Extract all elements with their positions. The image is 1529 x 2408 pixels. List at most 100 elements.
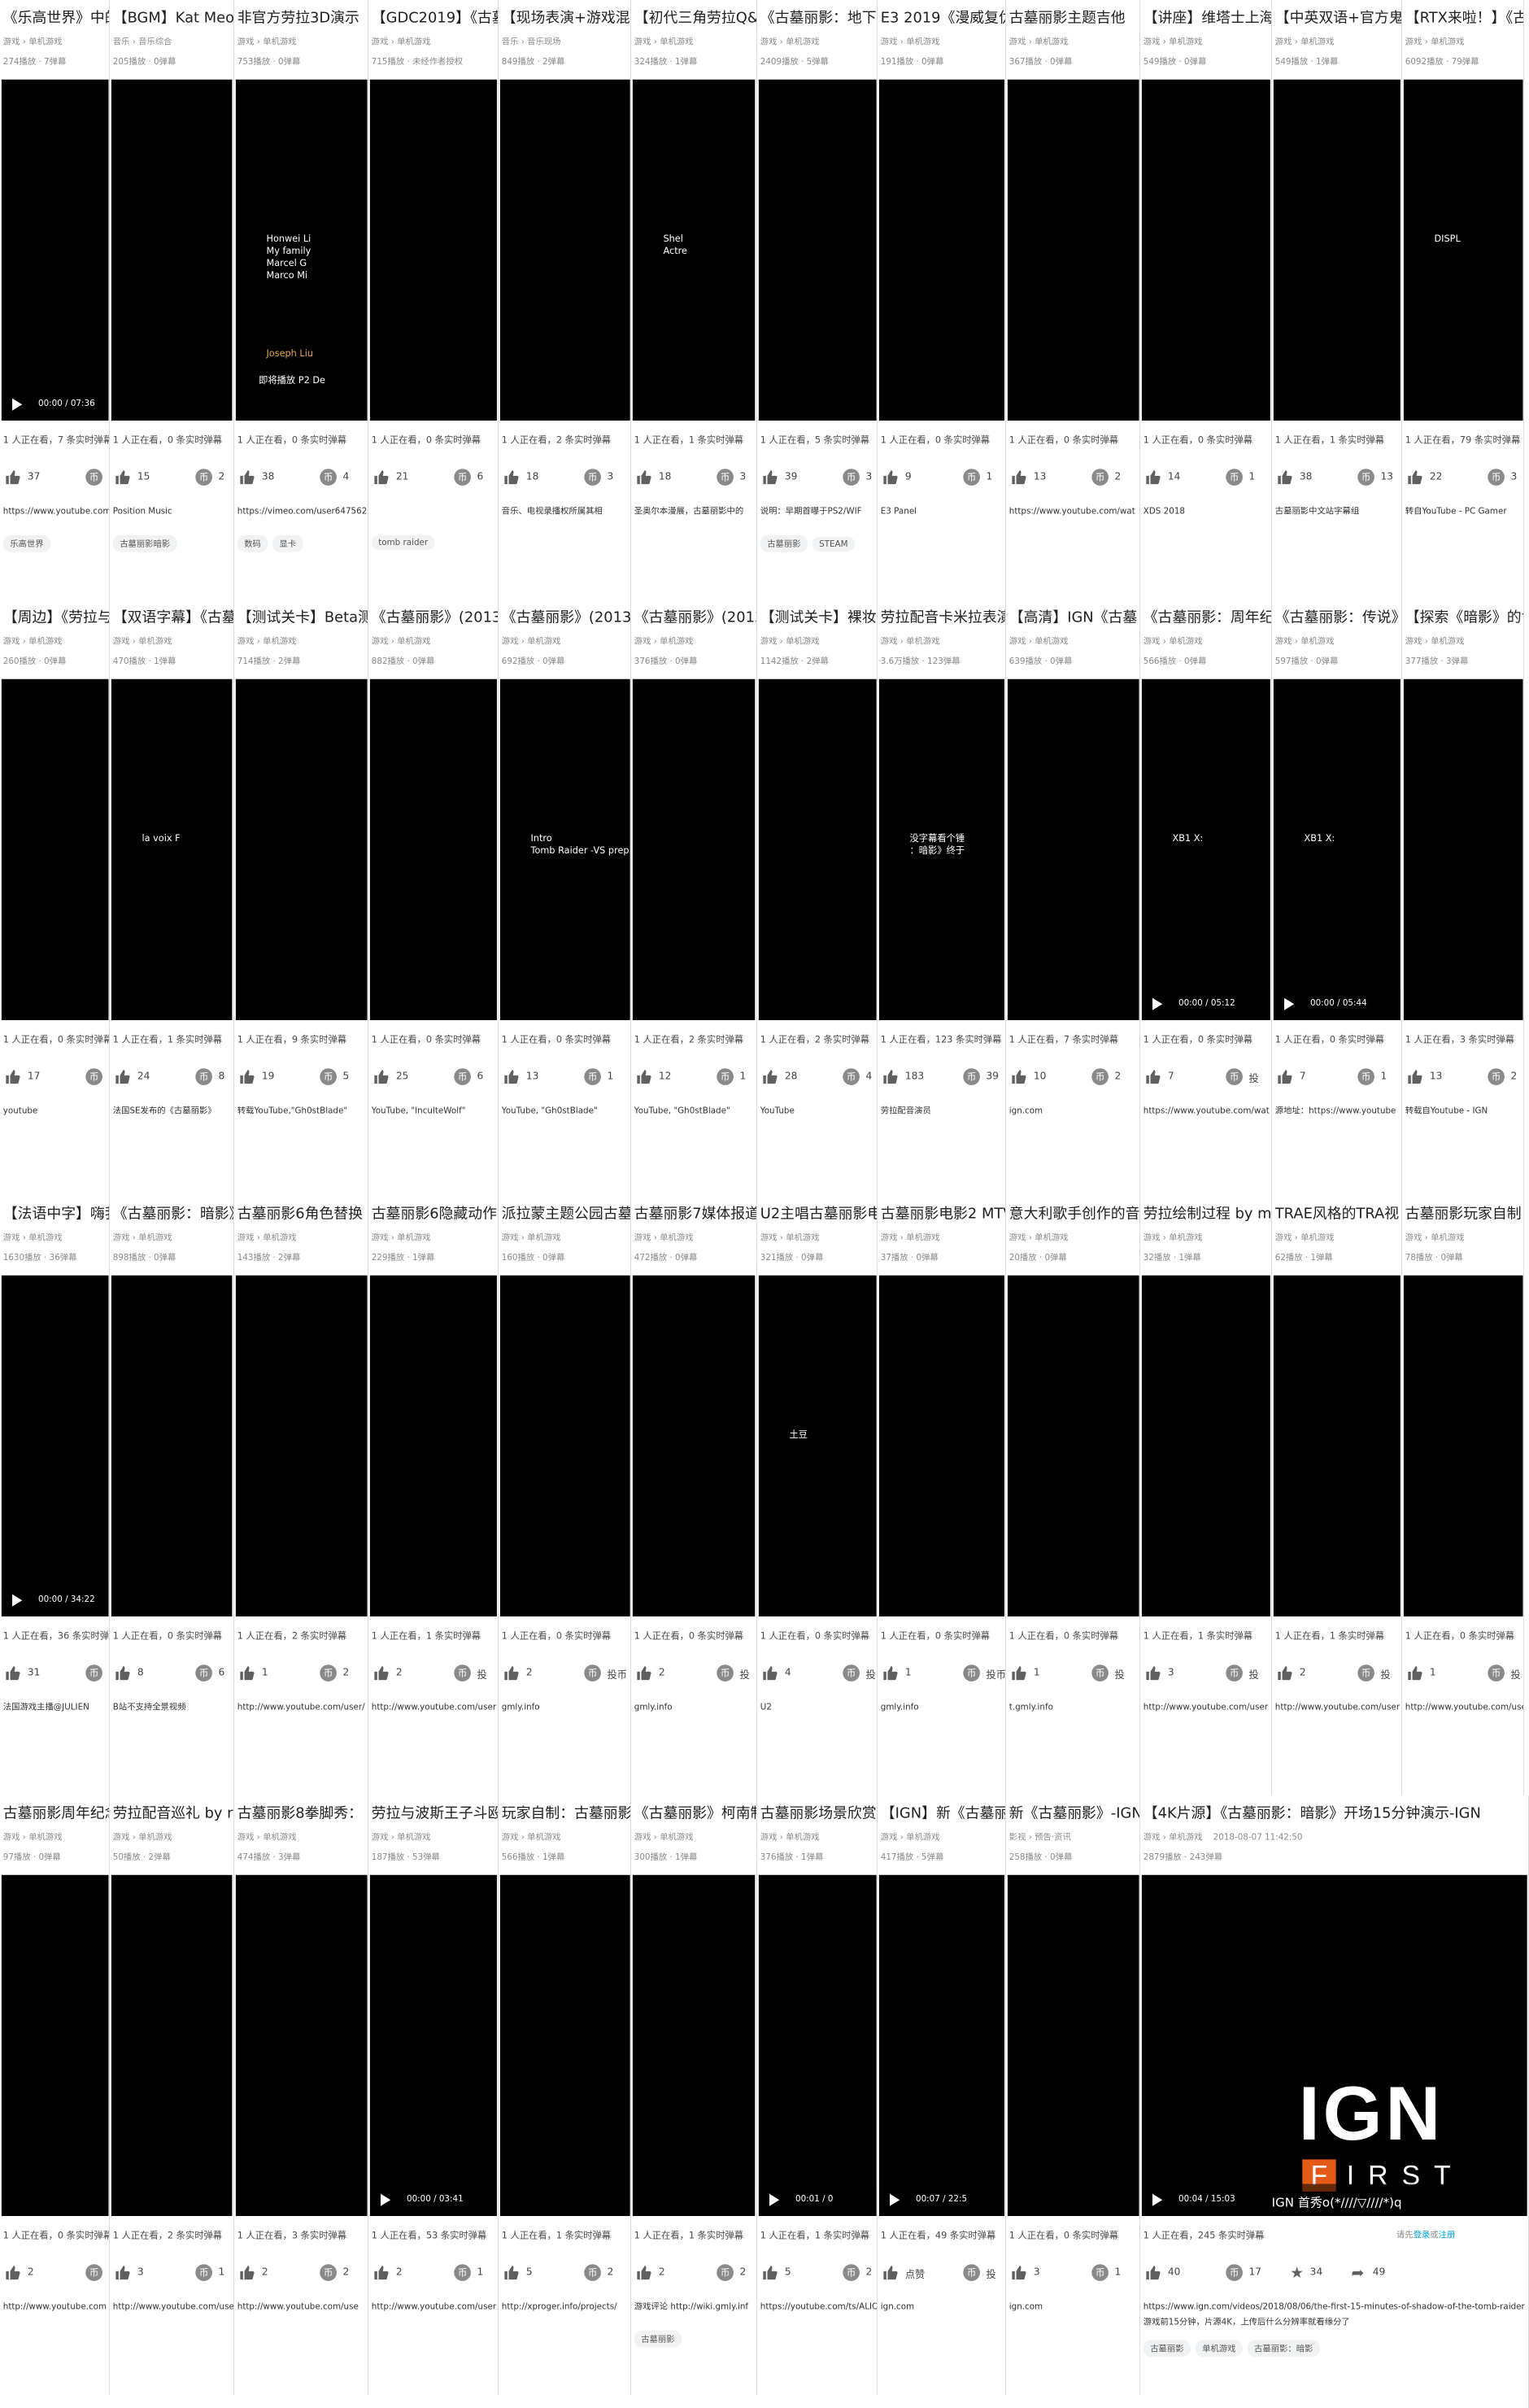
like-thumb-icon[interactable] xyxy=(503,1664,521,1682)
like-thumb-icon[interactable] xyxy=(1407,1664,1424,1682)
player-controls[interactable]: 00:00 / 03:41 xyxy=(369,2183,497,2217)
video-card[interactable]: 【GDC2019】《古墓 游戏 › 单机游戏 715播放 · 未经作者授权 1 人正在… xyxy=(368,0,499,600)
next-episode-text[interactable]: 即将播放 P2 De xyxy=(259,374,325,386)
coin-icon[interactable]: 币 xyxy=(195,1068,213,1085)
video-card[interactable]: 《古墓丽影》柯南制 游戏 › 单机游戏 300播放 · 1弹幕 1 人正在看，1 条实… xyxy=(631,1795,757,2396)
video-player[interactable] xyxy=(235,678,368,1020)
like-thumb-icon[interactable] xyxy=(503,1068,521,1085)
video-category[interactable]: 游戏 › 单机游戏 xyxy=(1275,1231,1401,1243)
coin-icon[interactable]: 币 xyxy=(584,469,601,486)
video-player[interactable] xyxy=(1403,678,1523,1020)
coin-icon[interactable]: 币 xyxy=(717,2264,734,2282)
like-thumb-icon[interactable] xyxy=(115,1068,132,1085)
video-player[interactable] xyxy=(235,1275,368,1617)
coin-icon[interactable]: 币 xyxy=(319,2264,337,2282)
like-thumb-icon[interactable] xyxy=(882,1664,900,1682)
play-icon[interactable] xyxy=(12,1594,23,1607)
video-card[interactable]: 【讲座】维塔士上海 游戏 › 单机游戏 549播放 · 0弹幕 1 人正在看，0 条实… xyxy=(1140,0,1273,600)
like-thumb-icon[interactable] xyxy=(115,1664,132,1682)
video-title[interactable]: 《古墓丽影》柯南制 xyxy=(634,1802,756,1825)
like-thumb-icon[interactable] xyxy=(1407,1068,1424,1085)
like-thumb-icon[interactable] xyxy=(761,1664,778,1682)
like-thumb-icon[interactable] xyxy=(882,469,900,486)
video-category[interactable]: 游戏 › 单机游戏 xyxy=(237,1830,368,1843)
video-title[interactable]: 《古墓丽影：周年纪 xyxy=(1143,605,1271,628)
coin-icon[interactable]: 币 xyxy=(842,1664,860,1682)
video-card[interactable]: 劳拉与波斯王子斗殴 游戏 › 单机游戏 187播放 · 53弹幕 00:00 / 03… xyxy=(368,1795,499,2396)
video-category[interactable]: 游戏 › 单机游戏 xyxy=(760,1231,877,1243)
coin-icon[interactable]: 币 xyxy=(963,1068,981,1085)
player-controls[interactable]: 00:04 / 15:03 IGN 首秀o(*////▽////*)q xyxy=(1142,2183,1528,2217)
video-title[interactable]: 【法语中字】嗨我 xyxy=(3,1202,110,1225)
like-thumb-icon[interactable] xyxy=(1011,1068,1028,1085)
player-controls[interactable]: 00:00 / 07:36 xyxy=(1,388,109,421)
video-category[interactable]: 游戏 › 单机游戏 xyxy=(3,1830,110,1843)
video-player[interactable] xyxy=(633,1874,756,2217)
like-thumb-icon[interactable] xyxy=(373,2264,390,2281)
coin-icon[interactable]: 币 xyxy=(1091,2264,1109,2282)
video-player[interactable]: IGN F IRST 00:04 / 15:03 IGN 首秀o(*////▽////*… xyxy=(1142,1874,1528,2217)
video-category[interactable]: 游戏 › 单机游戏 xyxy=(502,1830,631,1843)
coin-icon[interactable]: 币 xyxy=(319,1664,337,1682)
like-thumb-icon[interactable] xyxy=(1407,469,1424,486)
video-title[interactable]: 《古墓丽影》(2013) xyxy=(634,605,756,628)
video-title[interactable]: 【GDC2019】《古墓 xyxy=(372,7,498,29)
video-card[interactable]: 《古墓丽影》(2013) 游戏 › 单机游戏 376播放 · 0弹幕 1 人正在看，2… xyxy=(631,599,757,1199)
video-card[interactable]: 《古墓丽影：暗影》 游戏 › 单机游戏 898播放 · 0弹幕 1 人正在看，0 条实… xyxy=(110,1196,234,1796)
coin-icon[interactable]: 币 xyxy=(1488,1664,1505,1682)
coin-icon[interactable]: 币 xyxy=(454,1664,472,1682)
video-title[interactable]: 《古墓丽影：暗影》 xyxy=(113,1202,233,1225)
video-player[interactable] xyxy=(1007,1275,1139,1617)
video-card[interactable]: 劳拉配音卡米拉表演 游戏 › 单机游戏 3.6万播放 · 123弹幕 没字幕看个锤 ：… xyxy=(878,599,1007,1199)
like-thumb-icon[interactable] xyxy=(636,2264,653,2281)
video-card[interactable]: 【RTX来啦！】《古墓游戏 › 单机游戏 6092播放 · 79弹幕 DISPL 1 … xyxy=(1401,0,1525,600)
video-player[interactable] xyxy=(633,1275,756,1617)
video-player[interactable] xyxy=(633,678,756,1020)
video-title[interactable]: 【周边】《劳拉与 xyxy=(3,605,110,628)
video-card[interactable]: 玩家自制：古墓丽影 游戏 › 单机游戏 566播放 · 1弹幕 1 人正在看，1 条实… xyxy=(498,1795,632,2396)
video-card[interactable]: U2主唱古墓丽影电影游戏 › 单机游戏 321播放 · 0弹幕土豆 1 人正在看，0… xyxy=(756,1196,878,1796)
coin-icon[interactable]: 币 xyxy=(963,469,981,486)
featured-video-card[interactable]: 【4K片源】《古墓丽影：暗影》开场15分钟演示-IGN 游戏 › 单机游戏 2018… xyxy=(1140,1795,1529,2408)
coin-icon[interactable]: 币 xyxy=(85,1068,102,1085)
video-player[interactable]: Honwei Li My family Marcel G Marco Mi Jos… xyxy=(235,79,368,421)
video-card[interactable]: 《古墓丽影》(2013) 游戏 › 单机游戏 882播放 · 0弹幕 1 人正在看，0… xyxy=(368,599,499,1199)
coin-icon[interactable]: 币 xyxy=(85,2264,102,2282)
video-category[interactable]: 音乐 › 音乐综合 xyxy=(113,35,233,47)
video-category[interactable]: 游戏 › 单机游戏 xyxy=(113,1830,233,1843)
video-category[interactable]: 游戏 › 单机游戏 xyxy=(3,1231,110,1243)
tag[interactable]: 单机游戏 xyxy=(1196,2340,1244,2358)
coin-icon[interactable]: 币 xyxy=(85,469,102,486)
video-title[interactable]: 【中英双语+官方鬼畜 xyxy=(1275,7,1401,29)
video-title[interactable]: 古墓丽影7媒体报道 xyxy=(634,1202,756,1225)
video-category[interactable]: 音乐 › 音乐现场 xyxy=(502,35,631,47)
coin-icon[interactable]: 币 xyxy=(1226,2264,1244,2282)
coin-icon[interactable]: 币 xyxy=(1226,1664,1244,1682)
video-category[interactable]: 游戏 › 单机游戏 xyxy=(881,635,1005,647)
like-thumb-icon[interactable] xyxy=(1145,1068,1162,1085)
coin-icon[interactable]: 币 xyxy=(319,469,337,486)
video-title[interactable]: 【测试关卡】Beta测试 xyxy=(237,605,368,628)
like-thumb-icon[interactable] xyxy=(5,2264,22,2281)
video-player[interactable]: 土豆 xyxy=(758,1275,877,1617)
play-icon[interactable] xyxy=(12,398,23,411)
like-thumb-icon[interactable] xyxy=(238,469,255,486)
coin-icon[interactable]: 币 xyxy=(963,1664,981,1682)
video-category[interactable]: 游戏 › 单机游戏 xyxy=(1143,35,1271,47)
video-title[interactable]: E3 2019《漫威复仇 xyxy=(881,7,1005,29)
like-thumb-icon[interactable] xyxy=(238,1664,255,1682)
video-player[interactable]: XB1 X: 00:00 / 05:44 xyxy=(1274,678,1401,1020)
video-category[interactable]: 游戏 › 单机游戏 xyxy=(1009,1231,1140,1243)
video-category[interactable]: 游戏 › 单机游戏 xyxy=(1405,1231,1524,1243)
video-card[interactable]: TRAE风格的TRA视 游戏 › 单机游戏 62播放 · 1弹幕 1 人正在看，1 条… xyxy=(1272,1196,1402,1796)
coin-icon[interactable]: 币 xyxy=(195,2264,213,2282)
video-player[interactable] xyxy=(111,1874,233,2217)
video-title[interactable]: 古墓丽影6隐藏动作 xyxy=(372,1202,498,1225)
player-controls[interactable]: 00:07 / 22:5 xyxy=(878,2183,1005,2217)
tag[interactable]: 古墓丽影：暗影 xyxy=(1248,2340,1321,2358)
video-player[interactable] xyxy=(878,1275,1005,1617)
video-category[interactable]: 游戏 › 单机游戏 xyxy=(634,635,756,647)
video-card[interactable]: 古墓丽影周年纪念 游戏 › 单机游戏 97播放 · 0弹幕 1 人正在看，0 条实时弹… xyxy=(0,1795,111,2396)
coin-icon[interactable]: 币 xyxy=(842,1068,860,1085)
play-icon[interactable] xyxy=(769,2193,779,2206)
